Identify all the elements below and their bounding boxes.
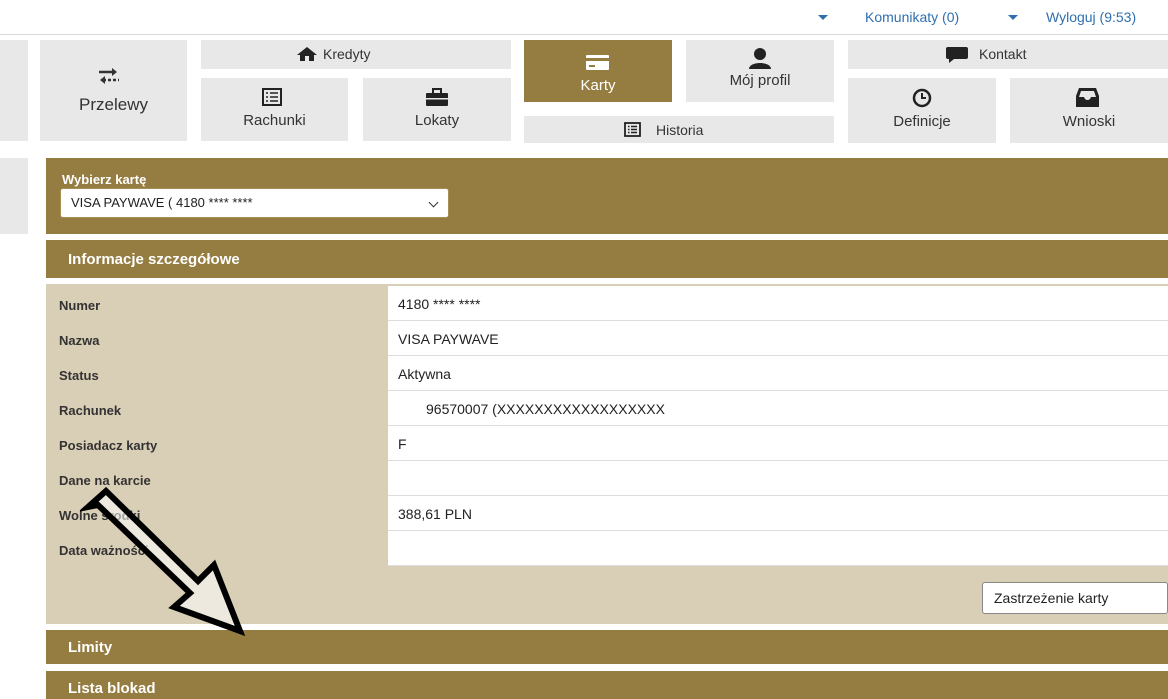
detail-row-account: Rachunek 96570007 (XXXXXXXXXXXXXXXXXX	[46, 391, 1168, 426]
detail-label: Nazwa	[59, 333, 100, 348]
detail-value	[388, 461, 1168, 496]
nav-label: Przelewy	[79, 95, 148, 114]
list-icon	[624, 122, 641, 137]
chat-icon	[946, 47, 968, 63]
transfer-icon	[99, 68, 119, 84]
details-title: Informacje szczegółowe	[68, 251, 240, 268]
divider	[0, 34, 1168, 35]
card-icon	[586, 55, 609, 70]
nav-label: Rachunki	[243, 112, 306, 129]
card-select-label: Wybierz kartę	[62, 172, 147, 187]
inbox-icon	[1076, 88, 1099, 107]
nav-karty[interactable]: Karty	[524, 40, 672, 102]
detail-row-number: Numer 4180 **** ****	[46, 286, 1168, 321]
detail-value: VISA PAYWAVE	[388, 321, 1168, 356]
nav-definicje[interactable]: Definicje	[848, 78, 996, 143]
nav-label: Karty	[580, 77, 616, 94]
detail-value: 388,61 PLN	[388, 496, 1168, 531]
detail-value: Aktywna	[388, 356, 1168, 391]
chevron-down-icon	[428, 197, 439, 208]
detail-label: Posiadacz karty	[59, 438, 158, 453]
app-root: Komunikaty (0) Wyloguj (9:53) Przelewy K…	[0, 0, 1168, 699]
detail-label: Numer	[59, 298, 101, 313]
card-select-dropdown[interactable]: VISA PAYWAVE ( 4180 **** ****	[60, 188, 449, 218]
detail-row-name: Nazwa VISA PAYWAVE	[46, 321, 1168, 356]
chevron-down-icon[interactable]	[818, 15, 828, 20]
detail-label: Status	[59, 368, 99, 383]
detail-value: 96570007 (XXXXXXXXXXXXXXXXXX	[388, 391, 1168, 426]
nav-historia[interactable]: Historia	[524, 116, 834, 143]
nav-label: Kontakt	[979, 46, 1027, 62]
home-icon	[296, 46, 318, 66]
nav-przelewy[interactable]: Przelewy	[40, 40, 187, 141]
messages-link[interactable]: Komunikaty (0)	[865, 9, 959, 25]
detail-label: Rachunek	[59, 403, 122, 418]
nav-lokaty[interactable]: Lokaty	[363, 78, 511, 141]
detail-value	[388, 531, 1168, 566]
nav-label: Historia	[656, 122, 704, 138]
nav-kontakt[interactable]: Kontakt	[848, 40, 1168, 69]
logout-link[interactable]: Wyloguj (9:53)	[1046, 9, 1136, 25]
detail-row-status: Status Aktywna	[46, 356, 1168, 391]
user-icon	[749, 48, 771, 69]
sidebar-toggle-secondary[interactable]	[0, 158, 28, 234]
nav-wnioski[interactable]: Wnioski	[1010, 78, 1168, 143]
nav-label: Wnioski	[1062, 113, 1116, 130]
nav-profil[interactable]: Mój profil	[686, 40, 834, 102]
nav-label: Lokaty	[414, 112, 460, 129]
block-card-button[interactable]: Zastrzeżenie karty	[982, 582, 1168, 614]
nav-rachunki[interactable]: Rachunki	[201, 78, 348, 141]
nav-label: Mój profil	[729, 72, 791, 89]
detail-value: 4180 **** ****	[388, 286, 1168, 321]
top-bar: Komunikaty (0) Wyloguj (9:53)	[0, 0, 1168, 34]
nav-kredyty[interactable]: Kredyty	[201, 40, 511, 69]
nav-label: Definicje	[893, 113, 951, 130]
chevron-down-icon[interactable]	[1008, 15, 1018, 20]
section-blocks[interactable]: Lista blokad	[46, 671, 1168, 699]
card-select-value: VISA PAYWAVE ( 4180 **** ****	[71, 195, 253, 210]
details-header: Informacje szczegółowe	[46, 240, 1168, 278]
clock-icon	[912, 88, 932, 108]
list-icon	[262, 88, 282, 106]
detail-row-holder: Posiadacz karty F	[46, 426, 1168, 461]
annotation-arrow-icon	[80, 486, 246, 637]
briefcase-icon	[426, 88, 448, 106]
detail-value: F	[388, 426, 1168, 461]
nav-label: Kredyty	[323, 46, 371, 62]
sidebar-toggle[interactable]	[0, 40, 28, 141]
